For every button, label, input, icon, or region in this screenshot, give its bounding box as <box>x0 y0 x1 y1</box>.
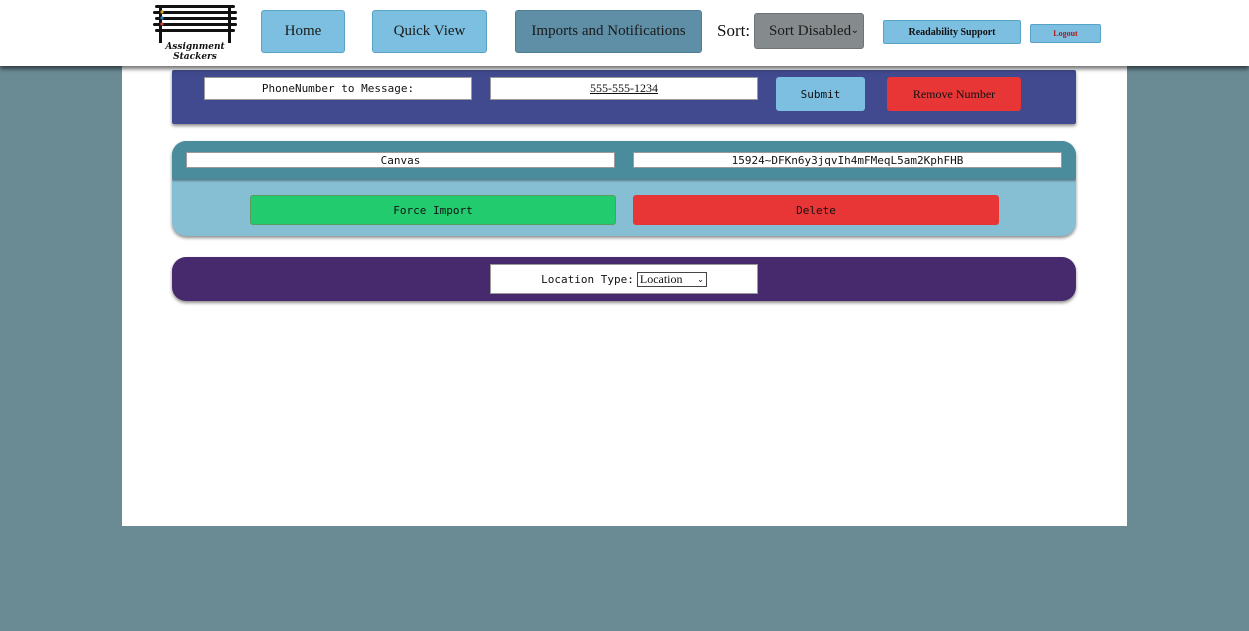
sort-select-value: Sort Disabled <box>769 22 852 39</box>
location-type-select-value: Location <box>639 271 683 286</box>
chevron-down-icon: ⌄ <box>850 25 859 36</box>
remove-number-button[interactable]: Remove Number <box>887 77 1021 111</box>
logout-button[interactable]: Logout <box>1030 24 1101 43</box>
phone-number-input[interactable]: 555-555-1234 <box>490 77 758 100</box>
location-type-box: Location Type: Location ⌄ <box>490 264 758 294</box>
import-token-field: 15924~DFKn6y3jqvIh4mFMeqL5am2KphFHB <box>633 152 1062 168</box>
bench-logo-icon <box>153 5 237 43</box>
logo-text: Assignment Stackers <box>165 42 225 62</box>
location-type-select[interactable]: Location ⌄ <box>636 271 707 287</box>
import-panel-header: Canvas 15924~DFKn6y3jqvIh4mFMeqL5am2KphF… <box>172 141 1076 179</box>
sort-select[interactable]: Sort Disabled ⌄ <box>754 13 864 49</box>
readability-support-button[interactable]: Readability Support <box>883 20 1021 44</box>
force-import-button[interactable]: Force Import <box>250 195 616 225</box>
location-type-panel: Location Type: Location ⌄ <box>172 257 1076 301</box>
phone-number-label: PhoneNumber to Message: <box>204 77 472 100</box>
nav-home-button[interactable]: Home <box>261 10 345 53</box>
delete-button[interactable]: Delete <box>633 195 999 225</box>
chevron-down-icon: ⌄ <box>697 274 704 284</box>
main-content: PhoneNumber to Message: 555-555-1234 Sub… <box>122 66 1127 526</box>
phone-number-panel: PhoneNumber to Message: 555-555-1234 Sub… <box>172 70 1076 124</box>
logo[interactable]: Assignment Stackers <box>145 1 245 62</box>
submit-button[interactable]: Submit <box>776 77 865 111</box>
import-source-field: Canvas <box>186 152 615 168</box>
nav-imports-notifications-button[interactable]: Imports and Notifications <box>515 10 702 53</box>
sort-label: Sort: <box>717 21 751 40</box>
top-navigation-bar: Assignment Stackers Home Quick View Impo… <box>0 0 1249 66</box>
location-type-label: Location Type: <box>541 272 634 286</box>
nav-quick-view-button[interactable]: Quick View <box>372 10 487 53</box>
import-panel: Canvas 15924~DFKn6y3jqvIh4mFMeqL5am2KphF… <box>172 141 1076 236</box>
